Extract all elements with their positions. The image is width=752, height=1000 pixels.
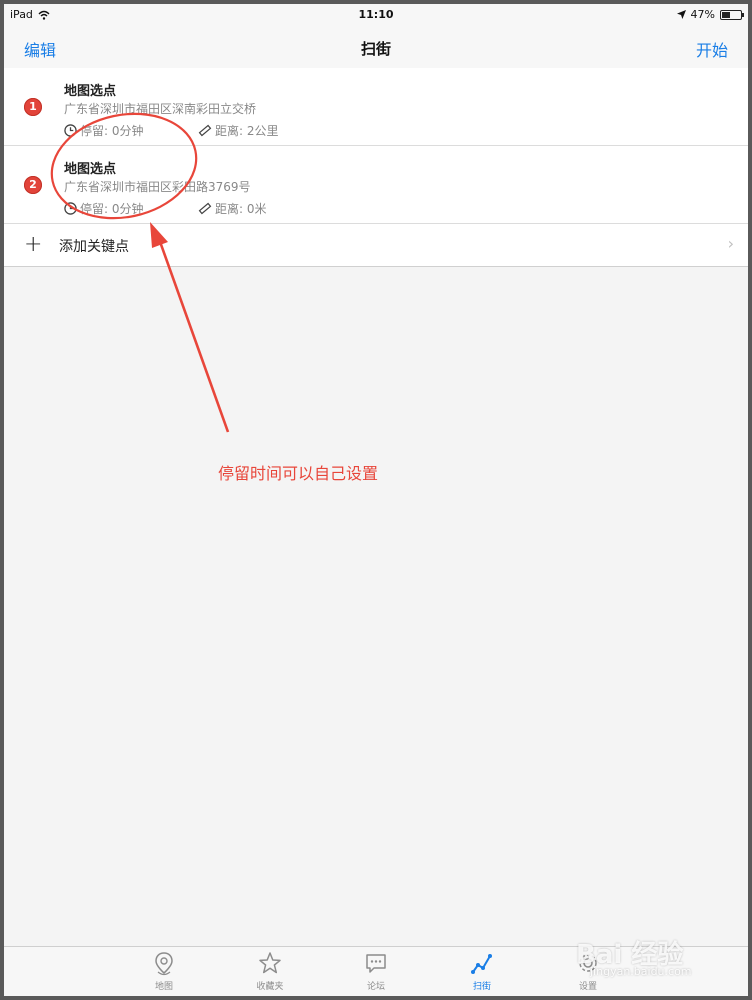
ruler-icon [198,202,212,215]
battery-fill [722,11,731,18]
stay-time-label: 停留: 0分钟 [80,124,144,138]
waypoint-row-2[interactable]: 2 地图选点 广东省深圳市福田区彩田路3769号 停留: 0分钟 距离: 0米 [4,146,748,224]
waypoint-list: 1 地图选点 广东省深圳市福田区深南彩田立交桥 停留: 0分钟 距离: 2公里 [4,68,748,267]
tab-label: 地图 [154,982,173,992]
plus-icon: + [24,232,43,257]
tab-label: 扫街 [472,982,491,992]
stay-time-label: 停留: 0分钟 [80,202,144,216]
waypoint-meta: 停留: 0分钟 距离: 0米 [64,200,267,217]
waypoint-row-1[interactable]: 1 地图选点 广东省深圳市福田区深南彩田立交桥 停留: 0分钟 距离: 2公里 [4,68,748,146]
waypoint-number-badge: 1 [24,98,42,116]
distance: 距离: 2公里 [198,122,279,139]
start-button[interactable]: 开始 [696,37,728,61]
status-time: 11:10 [358,8,394,21]
stay-time[interactable]: 停留: 0分钟 [64,200,198,217]
route-icon [471,954,492,974]
waypoint-title: 地图选点 [64,162,117,177]
page-title: 扫街 [360,40,391,58]
add-waypoint-row[interactable]: + 添加关键点 › [4,224,748,266]
chat-icon [366,954,386,973]
tab-map[interactable]: 地图 [134,951,194,992]
waypoint-title: 地图选点 [64,84,117,99]
ruler-icon [198,124,212,137]
location-arrow-icon [676,10,686,19]
map-pin-icon [155,952,173,976]
baidu-watermark-url: jingyan.baidu.com [590,965,692,978]
battery-percent: 47% [690,8,715,21]
battery-icon [720,9,744,20]
nav-bar: 编辑 扫街 开始 [4,26,748,69]
status-right: 47% [676,8,744,21]
distance-label: 距离: 0米 [215,202,267,216]
ipad-screen: iPad 11:10 47% 编辑 扫街 开始 1 地图选点 广东省深圳市福田区… [4,4,748,996]
chevron-right-icon: › [727,234,734,253]
stay-time[interactable]: 停留: 0分钟 [64,122,198,139]
tab-forum[interactable]: 论坛 [346,951,406,992]
tab-label: 设置 [578,982,597,992]
waypoint-meta: 停留: 0分钟 距离: 2公里 [64,122,279,139]
status-bar: iPad 11:10 47% [4,4,748,26]
distance: 距离: 0米 [198,200,267,217]
waypoint-address: 广东省深圳市福田区彩田路3769号 [64,180,251,194]
tab-label: 论坛 [366,982,385,992]
waypoint-address: 广东省深圳市福田区深南彩田立交桥 [64,102,257,116]
annotation-text: 停留时间可以自己设置 [218,464,379,483]
waypoint-number-badge: 2 [24,176,42,194]
clock-icon [64,202,77,215]
add-waypoint-label: 添加关键点 [59,239,129,255]
star-icon [259,952,281,974]
tab-favorites[interactable]: 收藏夹 [240,951,300,992]
distance-label: 距离: 2公里 [215,124,279,138]
clock-icon [64,124,77,137]
tab-street-scan[interactable]: 扫街 [452,951,512,992]
tab-label: 收藏夹 [256,982,284,992]
